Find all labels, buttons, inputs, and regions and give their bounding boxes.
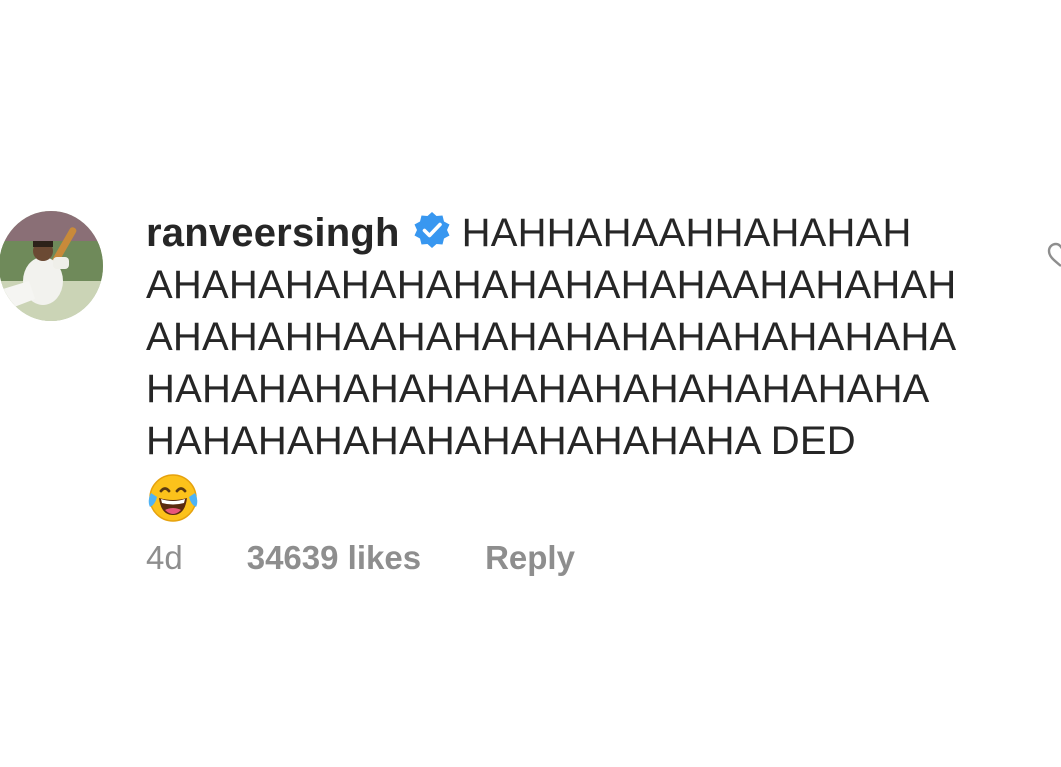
- comment-text-line: HAHAHAHAHAHAHAHAHAHAHAHAHAHA: [146, 367, 930, 411]
- comment-timestamp: 4d: [146, 539, 183, 576]
- likes-count-link[interactable]: 34639 likes: [247, 539, 421, 577]
- heart-icon[interactable]: [1047, 242, 1061, 268]
- comment-line-1: ranveersingh HAHHAHAAHHAHAHAH: [146, 207, 966, 259]
- comment-text-line: HAHHAHAAHHAHAHAH: [461, 211, 912, 255]
- comment-text-line: AHAHAHAHAHAHAHAHAHAHAAHAHAHAH: [146, 263, 957, 307]
- verified-badge-icon: [412, 210, 452, 250]
- comment-meta: 4d 34639 likes Reply: [146, 536, 575, 580]
- comment-text-line: HAHAHAHAHAHAHAHAHAHAHA DED: [146, 419, 856, 463]
- avatar[interactable]: [0, 211, 103, 321]
- comment-text-line: AHAHAHHAAHAHAHAHAHAHAHAHAHAHA: [146, 315, 957, 359]
- comment: ranveersingh HAHHAHAAHHAHAHAH AHAHAHAHAH…: [0, 0, 1061, 767]
- username-link[interactable]: ranveersingh: [146, 211, 400, 255]
- comment-body: ranveersingh HAHHAHAAHHAHAHAH AHAHAHAHAH…: [146, 207, 966, 529]
- face-with-tears-of-joy-icon: [146, 471, 966, 529]
- avatar-photo: [0, 211, 103, 321]
- reply-button[interactable]: Reply: [485, 539, 575, 577]
